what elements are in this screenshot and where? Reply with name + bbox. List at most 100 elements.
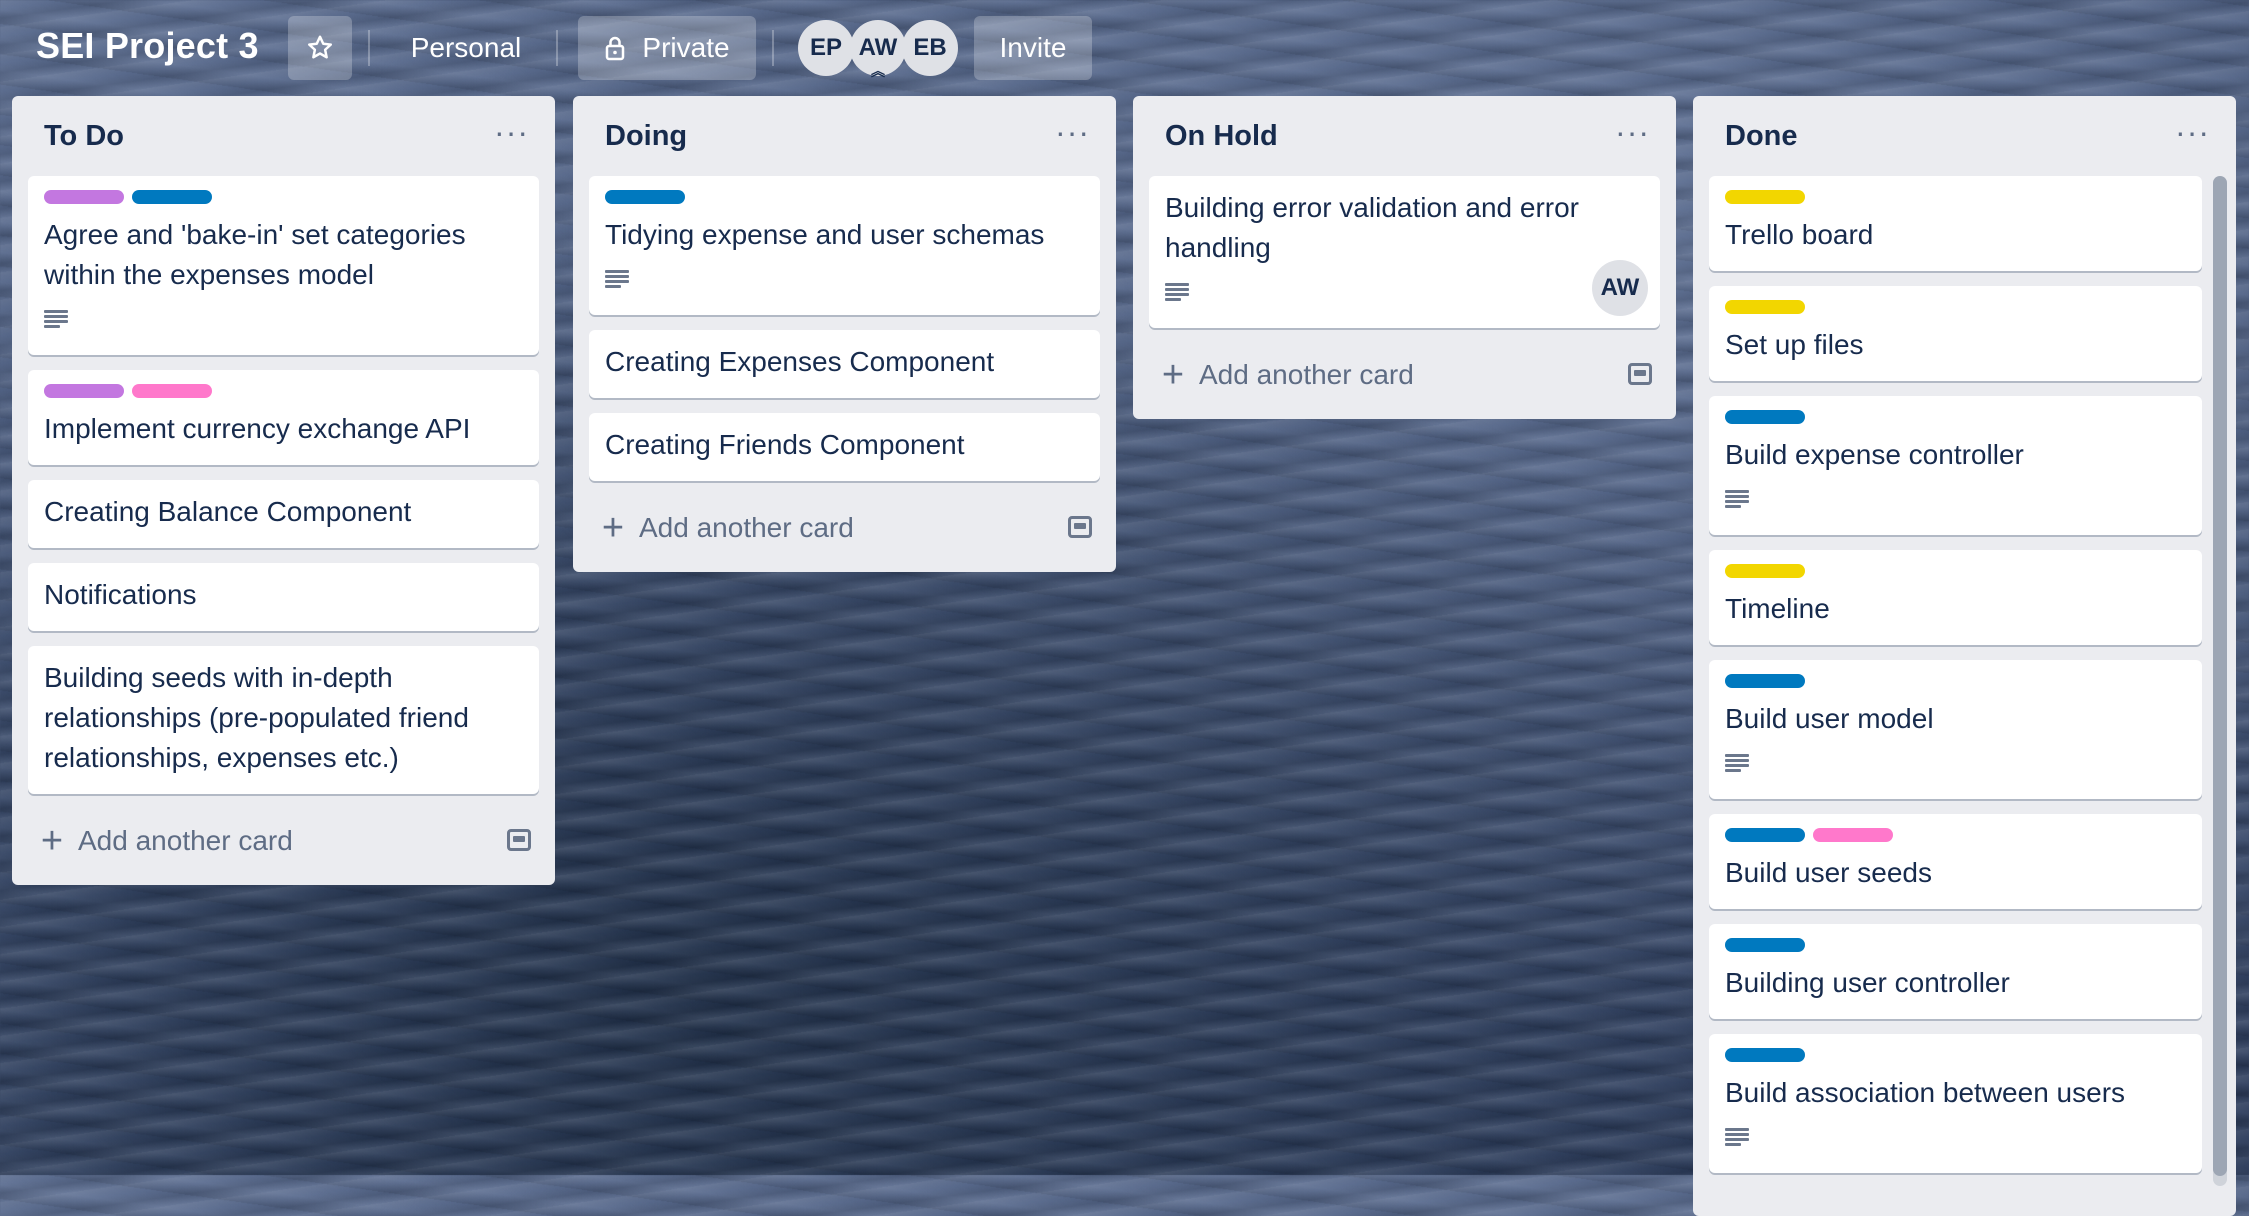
- label-blue[interactable]: [1725, 938, 1805, 952]
- card[interactable]: Tidying expense and user schemas: [589, 176, 1100, 315]
- list-title[interactable]: To Do: [44, 120, 124, 153]
- card[interactable]: Building error validation and error hand…: [1149, 176, 1660, 328]
- add-card-button[interactable]: + Add another card: [581, 496, 1108, 560]
- card[interactable]: Building seeds with in-depth relationshi…: [28, 646, 539, 794]
- visibility-button[interactable]: Private: [578, 16, 756, 80]
- list-title[interactable]: Doing: [605, 120, 687, 153]
- card[interactable]: Creating Friends Component: [589, 413, 1100, 481]
- list-title[interactable]: On Hold: [1165, 120, 1278, 153]
- label-blue[interactable]: [1725, 410, 1805, 424]
- header-divider: [368, 30, 370, 66]
- label-yellow[interactable]: [1725, 564, 1805, 578]
- card-labels: [44, 190, 523, 205]
- list-on-hold: On Hold ··· Building error validation an…: [1133, 96, 1676, 419]
- admin-chevron-icon: ︽: [871, 63, 885, 79]
- card-labels: [44, 384, 523, 399]
- label-blue[interactable]: [1725, 674, 1805, 688]
- card[interactable]: Building user controller: [1709, 924, 2202, 1019]
- list-header: Doing ···: [573, 96, 1116, 176]
- list-menu-button[interactable]: ···: [1055, 114, 1090, 151]
- list-menu-button[interactable]: ···: [2175, 114, 2210, 151]
- card-title: Build expense controller: [1725, 439, 2024, 470]
- label-blue[interactable]: [1725, 828, 1805, 842]
- label-pink[interactable]: [1813, 828, 1893, 842]
- label-blue[interactable]: [605, 190, 685, 204]
- card[interactable]: Build user seeds: [1709, 814, 2202, 909]
- card-title: Trello board: [1725, 219, 1874, 250]
- description-icon: [605, 270, 629, 288]
- description-icon: [1165, 283, 1189, 301]
- card[interactable]: Build user model: [1709, 660, 2202, 799]
- card[interactable]: Build expense controller: [1709, 396, 2202, 535]
- card-title: Timeline: [1725, 593, 1830, 624]
- card-title: Creating Expenses Component: [605, 346, 995, 377]
- add-card-button[interactable]: + Add another card: [20, 809, 547, 873]
- card-labels: [1725, 1048, 2186, 1063]
- card[interactable]: Build association between users: [1709, 1034, 2202, 1173]
- card[interactable]: Implement currency exchange API: [28, 370, 539, 465]
- card[interactable]: Timeline: [1709, 550, 2202, 645]
- card[interactable]: Trello board: [1709, 176, 2202, 271]
- card-labels: [1725, 674, 2186, 689]
- board-title[interactable]: SEI Project 3: [36, 22, 259, 70]
- card-template-icon[interactable]: [507, 829, 531, 851]
- description-icon: [1725, 1128, 1749, 1146]
- list-todo: To Do ··· Agree and 'bake-in' set catego…: [12, 96, 555, 885]
- list-header: On Hold ···: [1133, 96, 1676, 176]
- add-card-button[interactable]: + Add another card: [1141, 343, 1668, 407]
- label-blue[interactable]: [1725, 1048, 1805, 1062]
- list-scrollbar[interactable]: [2213, 176, 2227, 1186]
- card[interactable]: Set up files: [1709, 286, 2202, 381]
- list-menu-button[interactable]: ···: [1615, 114, 1650, 151]
- card[interactable]: Creating Expenses Component: [589, 330, 1100, 398]
- add-card-label: Add another card: [78, 825, 293, 856]
- header-divider: [772, 30, 774, 66]
- list-header: Done ···: [1693, 96, 2236, 176]
- card[interactable]: Notifications: [28, 563, 539, 631]
- label-purple[interactable]: [44, 190, 124, 204]
- lock-icon: [606, 36, 625, 61]
- card-title: Build association between users: [1725, 1077, 2126, 1108]
- description-icon: [1725, 754, 1749, 772]
- card-title: Creating Balance Component: [44, 496, 412, 527]
- label-purple[interactable]: [44, 384, 124, 398]
- card-labels: [1725, 938, 2186, 953]
- add-card-label: Add another card: [639, 512, 854, 543]
- card-template-icon[interactable]: [1628, 363, 1652, 385]
- scrollbar-thumb[interactable]: [2213, 176, 2227, 1176]
- member-avatar[interactable]: EP: [798, 20, 854, 76]
- card-labels: [605, 190, 1084, 205]
- card-title: Agree and 'bake-in' set categories withi…: [44, 219, 466, 290]
- member-avatar[interactable]: EB: [902, 20, 958, 76]
- card-labels: [1725, 410, 2186, 425]
- star-button[interactable]: [288, 16, 352, 80]
- list-done: Done ··· Trello board Set up files Build…: [1693, 96, 2236, 1216]
- label-pink[interactable]: [132, 384, 212, 398]
- card-member-avatar[interactable]: AW: [1592, 260, 1648, 316]
- label-blue[interactable]: [132, 190, 212, 204]
- list-doing: Doing ··· Tidying expense and user schem…: [573, 96, 1116, 572]
- team-button[interactable]: Personal: [392, 16, 540, 80]
- invite-button[interactable]: Invite: [974, 16, 1092, 80]
- card-title: Creating Friends Component: [605, 429, 965, 460]
- member-avatar[interactable]: AW ︽: [850, 20, 906, 79]
- member-initials: AW: [858, 34, 898, 61]
- card-title: Notifications: [44, 579, 197, 610]
- card-title: Set up files: [1725, 329, 1864, 360]
- card[interactable]: Agree and 'bake-in' set categories withi…: [28, 176, 539, 355]
- list-title[interactable]: Done: [1725, 120, 1798, 153]
- description-icon: [44, 310, 68, 328]
- visibility-label: Private: [642, 32, 730, 63]
- plus-icon: +: [40, 820, 64, 862]
- star-icon: [308, 35, 332, 59]
- label-yellow[interactable]: [1725, 190, 1805, 204]
- plus-icon: +: [1161, 354, 1185, 396]
- card-title: Building seeds with in-depth relationshi…: [44, 662, 469, 773]
- card-title: Building user controller: [1725, 967, 2010, 998]
- card-template-icon[interactable]: [1068, 516, 1092, 538]
- list-menu-button[interactable]: ···: [494, 114, 529, 151]
- label-yellow[interactable]: [1725, 300, 1805, 314]
- add-card-label: Add another card: [1199, 359, 1414, 390]
- card[interactable]: Creating Balance Component: [28, 480, 539, 548]
- header-divider: [556, 30, 558, 66]
